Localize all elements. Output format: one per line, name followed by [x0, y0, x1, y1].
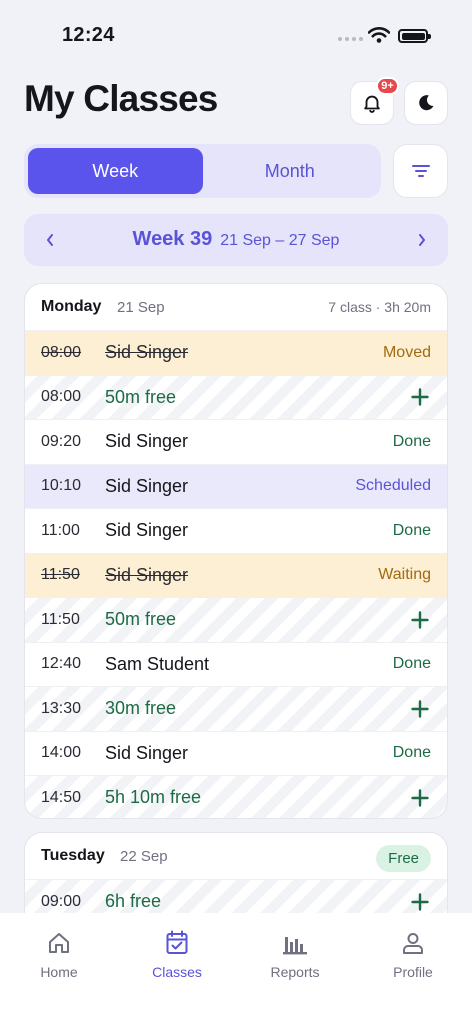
filter-button[interactable] [393, 144, 448, 198]
class-slot-row[interactable]: 10:10 Sid Singer Scheduled [25, 463, 447, 508]
bottom-tab-bar: Home Classes Reports Profile [0, 913, 472, 1024]
free-slot-row[interactable]: 14:50 5h 10m free [25, 775, 447, 818]
tab-reports[interactable]: Reports [250, 930, 340, 980]
class-slot-row[interactable]: 11:50 Sid Singer Waiting [25, 552, 447, 597]
class-slot-row[interactable]: 14:00 Sid Singer Done [25, 730, 447, 776]
week-range: 21 Sep – 27 Sep [220, 232, 340, 249]
student-name: Sam Student [105, 653, 210, 674]
student-name: Sid Singer [105, 342, 189, 363]
plus-icon [411, 700, 429, 718]
free-duration: 50m free [105, 386, 177, 407]
week-title: Week 39 21 Sep – 27 Sep [24, 228, 448, 251]
chevron-right-icon [419, 234, 425, 246]
slot-time: 12:40 [41, 655, 82, 673]
week-view-button[interactable]: Week [28, 148, 203, 194]
plus-icon [411, 789, 429, 807]
free-duration: 5h 10m free [105, 787, 202, 808]
next-week-button[interactable] [412, 228, 432, 252]
student-name: Sid Singer [105, 742, 189, 763]
tab-label: Reports [270, 964, 320, 980]
slot-time: 11:50 [41, 566, 80, 584]
tab-label: Classes [152, 964, 202, 980]
class-slot-row[interactable]: 09:20 Sid Singer Done [25, 419, 447, 464]
tab-home[interactable]: Home [14, 930, 104, 980]
status-label: Done [392, 521, 431, 539]
wifi-icon [368, 27, 390, 43]
view-toggle: Week Month [24, 144, 381, 198]
student-name: Sid Singer [105, 475, 189, 496]
slot-time: 14:00 [41, 744, 82, 762]
free-duration: 50m free [105, 609, 177, 630]
slot-time: 11:50 [41, 610, 80, 628]
home-icon [49, 933, 69, 953]
free-slot-row[interactable]: 11:50 50m free [25, 597, 447, 642]
day-card-monday: Monday 21 Sep 7 class · 3h 20m 08:00 Sid … [24, 283, 448, 819]
notification-badge: 9+ [376, 77, 399, 95]
day-date: 22 Sep [120, 848, 168, 865]
status-label: Done [392, 655, 431, 673]
tab-label: Home [40, 964, 78, 980]
student-name: Sid Singer [105, 564, 189, 585]
day-header: Tuesday 22 Sep Free [25, 833, 447, 879]
calendar-check-icon [166, 930, 188, 954]
free-badge: Free [376, 845, 431, 872]
day-date: 21 Sep [117, 299, 165, 316]
add-class-button[interactable] [409, 609, 431, 631]
user-icon [403, 933, 423, 954]
month-view-button[interactable]: Month [203, 148, 378, 194]
free-slot-row[interactable]: 08:00 50m free [25, 374, 447, 419]
bar-chart-icon [283, 937, 307, 955]
slot-time: 11:00 [41, 521, 80, 539]
bell-icon [364, 95, 380, 113]
plus-icon [411, 611, 429, 629]
slot-time: 08:00 [41, 388, 82, 406]
class-slot-row[interactable]: 11:00 Sid Singer Done [25, 508, 447, 553]
page-title: My Classes [24, 78, 218, 119]
week-navigator: Week 39 21 Sep – 27 Sep [24, 214, 448, 266]
slot-list: 08:00 Sid Singer Moved 08:00 50m free 09:20 Si… [25, 330, 447, 818]
free-duration: 30m free [105, 698, 177, 719]
status-bar: 12:24 [0, 0, 472, 70]
slot-time: 09:20 [41, 432, 82, 450]
tab-label: Profile [393, 964, 433, 980]
status-label: Scheduled [355, 477, 431, 495]
status-label: Waiting [378, 566, 431, 584]
add-class-button[interactable] [409, 698, 431, 720]
add-class-button[interactable] [409, 386, 431, 408]
tab-classes[interactable]: Classes [132, 930, 222, 980]
slot-time: 10:10 [41, 477, 82, 495]
status-label: Moved [382, 343, 431, 361]
moon-icon [419, 95, 434, 111]
plus-icon [411, 893, 429, 911]
filter-icon [411, 165, 430, 177]
day-summary: 7 class · 3h 20m [328, 299, 431, 315]
status-label: Done [392, 432, 431, 450]
day-header: Monday 21 Sep 7 class · 3h 20m [25, 284, 447, 330]
free-slot-row[interactable]: 13:30 30m free [25, 686, 447, 731]
plus-icon [411, 388, 429, 406]
slot-time: 08:00 [41, 343, 82, 361]
add-class-button[interactable] [409, 891, 431, 913]
free-duration: 6h free [105, 891, 162, 912]
slot-time: 13:30 [41, 699, 82, 717]
status-label: Done [392, 744, 431, 762]
theme-toggle-button[interactable] [404, 81, 448, 125]
battery-icon [398, 29, 431, 43]
day-name: Monday [41, 298, 102, 315]
student-name: Sid Singer [105, 520, 189, 541]
signal-icon [338, 37, 363, 41]
add-class-button[interactable] [409, 787, 431, 809]
class-slot-row[interactable]: 12:40 Sam Student Done [25, 641, 447, 687]
day-name: Tuesday [41, 847, 105, 864]
student-name: Sid Singer [105, 431, 189, 452]
status-time: 12:24 [62, 24, 115, 46]
slot-time: 14:50 [41, 788, 82, 806]
class-slot-row[interactable]: 08:00 Sid Singer Moved [25, 330, 447, 375]
slot-time: 09:00 [41, 892, 82, 910]
week-number: Week 39 [132, 228, 213, 250]
tab-profile[interactable]: Profile [368, 930, 458, 980]
